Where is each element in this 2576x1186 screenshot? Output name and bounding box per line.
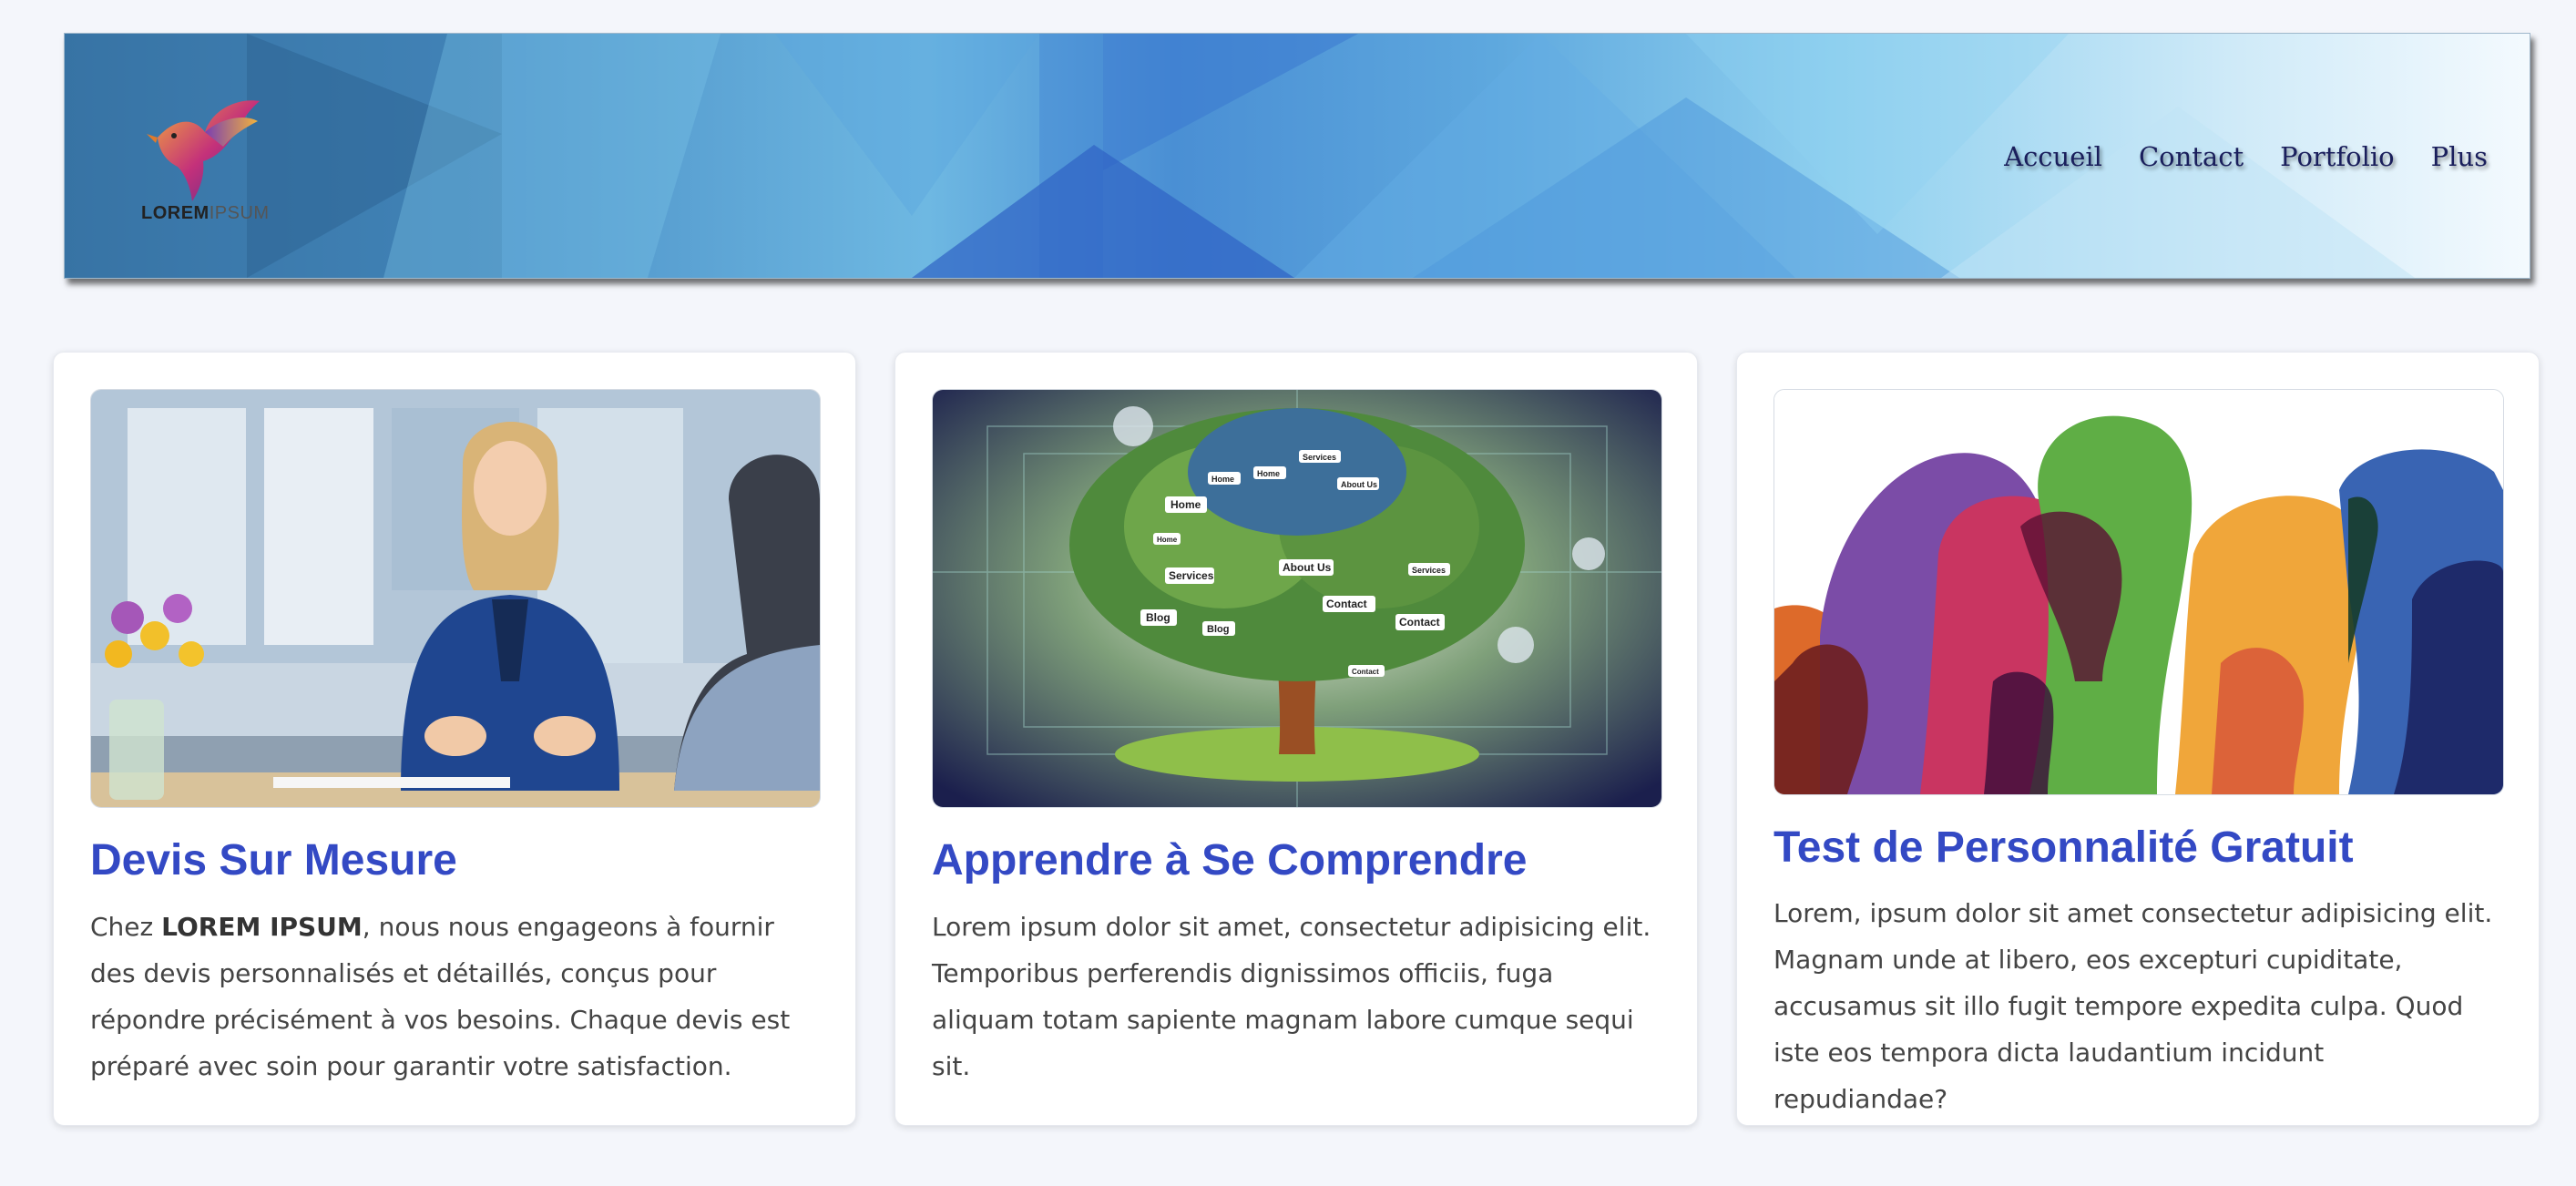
- head-silhouettes-image: [1774, 389, 2504, 795]
- svg-text:Contact: Contact: [1326, 598, 1367, 610]
- card-title: Devis Sur Mesure: [90, 836, 457, 884]
- svg-text:Blog: Blog: [1146, 611, 1170, 624]
- nav-plus[interactable]: Plus: [2431, 141, 2488, 172]
- nav-accueil[interactable]: Accueil: [2004, 141, 2102, 172]
- office-meeting-image: [90, 389, 821, 808]
- svg-text:Contact: Contact: [1352, 668, 1379, 676]
- card-text: Chez LOREM IPSUM, nous nous engageons à …: [90, 912, 791, 1081]
- main-nav: Accueil Contact Portfolio Plus: [2004, 141, 2488, 172]
- svg-text:Blog: Blog: [1207, 624, 1229, 635]
- card-devis: Devis Sur Mesure Chez LOREM IPSUM, nous …: [53, 352, 856, 1126]
- svg-text:Services: Services: [1169, 569, 1214, 582]
- svg-text:Home: Home: [1211, 475, 1234, 484]
- card-title: Test de Personnalité Gratuit: [1774, 823, 2354, 872]
- website-tree-image: Home Home Home Services About Us Home Se…: [932, 389, 1662, 808]
- svg-text:Services: Services: [1303, 453, 1336, 462]
- svg-text:About Us: About Us: [1283, 561, 1332, 574]
- card-test-personnalite: Test de Personnalité Gratuit Lorem, ipsu…: [1736, 352, 2540, 1126]
- card-apprendre: Home Home Home Services About Us Home Se…: [894, 352, 1698, 1126]
- card-text: Lorem, ipsum dolor sit amet consectetur …: [1774, 898, 2493, 1114]
- svg-text:About Us: About Us: [1341, 480, 1377, 489]
- logo-wordmark: LOREMIPSUM: [141, 203, 270, 223]
- site-header: LOREMIPSUM Accueil Contact Portfolio Plu…: [64, 33, 2530, 279]
- svg-text:Contact: Contact: [1399, 616, 1440, 629]
- card-title: Apprendre à Se Comprendre: [932, 836, 1528, 884]
- nav-contact[interactable]: Contact: [2139, 141, 2244, 172]
- nav-portfolio[interactable]: Portfolio: [2280, 141, 2395, 172]
- svg-text:Services: Services: [1412, 566, 1446, 575]
- bird-logo-icon[interactable]: [139, 81, 267, 218]
- svg-text:Home: Home: [1170, 498, 1201, 511]
- svg-text:Home: Home: [1257, 469, 1280, 478]
- svg-text:Home: Home: [1157, 536, 1178, 544]
- card-text: Lorem ipsum dolor sit amet, consectetur …: [932, 912, 1651, 1081]
